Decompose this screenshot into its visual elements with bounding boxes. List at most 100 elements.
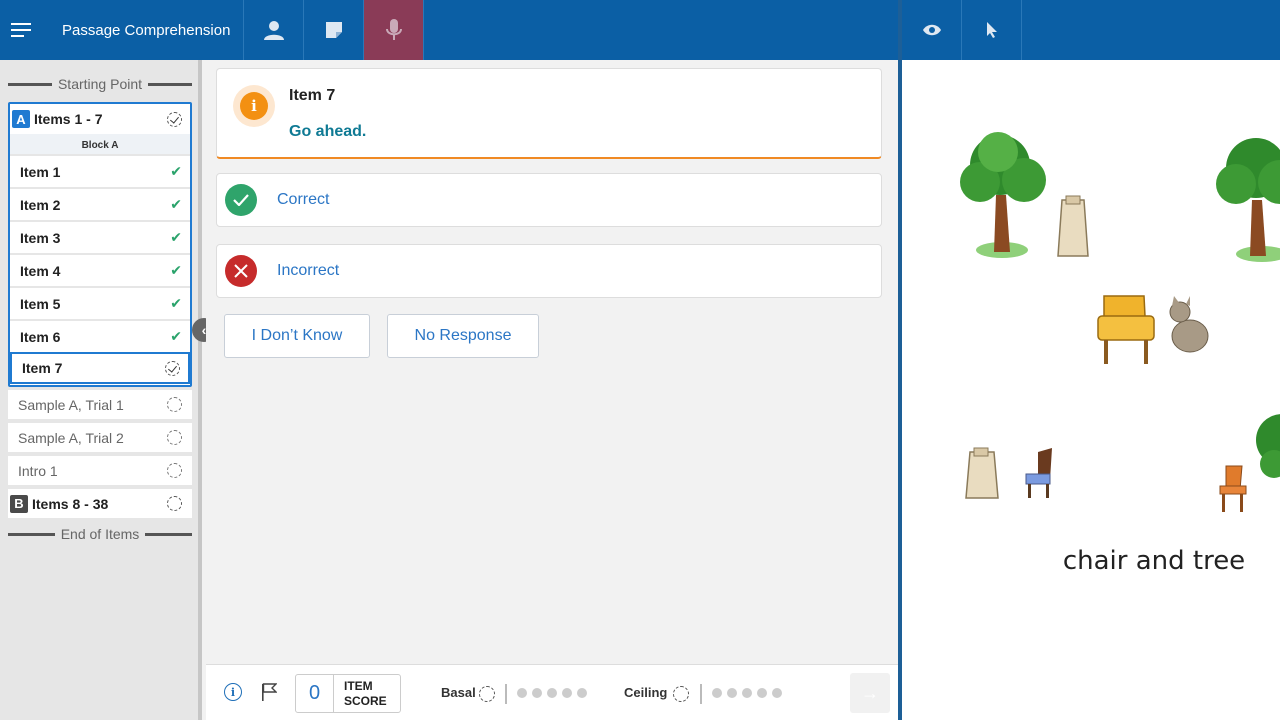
ceiling-divider <box>700 684 702 704</box>
item-instruction-card: i Item 7 Go ahead. <box>216 68 882 159</box>
checkmark-icon: ✔ <box>170 229 182 245</box>
sidebar-item-7[interactable]: Item 7 <box>10 352 190 384</box>
sidebar-item-sample-a-trial-2[interactable]: Sample A, Trial 2 <box>8 423 192 452</box>
not-started-icon <box>167 463 182 478</box>
correct-response-button[interactable]: Correct <box>216 173 882 227</box>
item-label: Sample A, Trial 1 <box>18 396 124 413</box>
sidebar-item-sample-a-trial-1[interactable]: Sample A, Trial 1 <box>8 390 192 419</box>
chair-picture <box>1219 465 1247 512</box>
pointer-icon <box>986 22 997 38</box>
in-progress-icon <box>167 111 182 127</box>
info-icon[interactable]: i <box>224 683 242 701</box>
block-b[interactable]: B Items 8 - 38 <box>8 489 192 518</box>
dont-know-button[interactable]: I Don’t Know <box>224 314 370 358</box>
top-bar: Passage Comprehension <box>0 0 898 60</box>
microphone-button[interactable] <box>364 0 424 60</box>
not-started-icon <box>167 430 182 445</box>
separator-line <box>8 532 55 536</box>
item-label: Sample A, Trial 2 <box>18 429 124 446</box>
ceiling-dot <box>772 688 782 698</box>
menu-button[interactable] <box>0 0 44 60</box>
pointer-button[interactable] <box>962 0 1022 60</box>
no-response-button[interactable]: No Response <box>387 314 539 358</box>
item-label: Item 5 <box>20 295 61 312</box>
note-icon <box>325 22 342 38</box>
info-icon: i <box>240 92 268 120</box>
separator-line <box>145 532 192 536</box>
sidebar-item-3[interactable]: Item 3 ✔ <box>10 220 190 253</box>
item-label: Item 3 <box>20 229 61 246</box>
check-icon <box>225 184 257 216</box>
item-label: Intro 1 <box>18 462 58 479</box>
coat-picture <box>965 447 999 499</box>
sidebar-item-2[interactable]: Item 2 ✔ <box>10 187 190 220</box>
item-navigation-sidebar: Starting Point A Items 1 - 7 Block A Ite… <box>0 60 202 720</box>
block-a-title: Items 1 - 7 <box>34 111 103 127</box>
incorrect-label: Incorrect <box>277 262 340 279</box>
ceiling-dot <box>727 688 737 698</box>
block-a-subtitle: Block A <box>10 134 190 154</box>
sidebar-item-intro-1[interactable]: Intro 1 <box>8 456 192 485</box>
block-a: A Items 1 - 7 Block A Item 1 ✔ Item 2 ✔ … <box>8 102 192 387</box>
menu-icon <box>11 23 31 37</box>
item-score-value: 0 <box>296 675 334 712</box>
block-b-badge: B <box>10 494 28 513</box>
correct-label: Correct <box>277 191 330 208</box>
ceiling-dot <box>742 688 752 698</box>
stimulus-panel: chair and tree <box>902 60 1280 720</box>
starting-point-separator: Starting Point <box>8 76 192 92</box>
starting-point-label: Starting Point <box>57 76 143 92</box>
sidebar-item-5[interactable]: Item 5 ✔ <box>10 286 190 319</box>
eye-icon <box>922 24 941 36</box>
basal-dot <box>577 688 587 698</box>
view-button[interactable] <box>902 0 962 60</box>
armchair-picture <box>1097 295 1155 364</box>
not-started-icon <box>167 397 182 412</box>
tree-picture <box>1256 414 1280 478</box>
close-icon <box>225 255 257 287</box>
app-title: Passage Comprehension <box>44 0 244 60</box>
flag-icon[interactable] <box>261 683 277 701</box>
microphone-icon <box>385 19 402 40</box>
checkmark-icon: ✔ <box>170 196 182 212</box>
item-score-label: ITEM SCORE <box>334 675 400 712</box>
sidebar-item-6[interactable]: Item 6 ✔ <box>10 319 190 352</box>
not-started-icon <box>167 496 182 511</box>
item-label: Item 7 <box>22 360 63 376</box>
end-of-items-label: End of Items <box>60 526 140 542</box>
block-a-badge: A <box>12 110 30 128</box>
info-icon-wrapper: i <box>233 85 275 127</box>
block-a-header[interactable]: A Items 1 - 7 <box>10 104 190 134</box>
basal-dot <box>562 688 572 698</box>
item-label: Item 6 <box>20 328 61 345</box>
ceiling-label: Ceiling <box>624 685 668 700</box>
notes-button[interactable] <box>304 0 364 60</box>
item-score-label-line2: SCORE <box>344 694 387 708</box>
stimulus-caption: chair and tree <box>1062 546 1246 576</box>
sidebar-item-4[interactable]: Item 4 ✔ <box>10 253 190 286</box>
stimulus-picture <box>960 132 1280 512</box>
basal-label: Basal <box>441 685 476 700</box>
item-score-box: 0 ITEM SCORE <box>295 674 401 713</box>
basal-dot <box>532 688 542 698</box>
sidebar-item-1[interactable]: Item 1 ✔ <box>10 154 190 187</box>
separator-line <box>148 82 192 86</box>
ceiling-dot <box>712 688 722 698</box>
basal-dot <box>547 688 557 698</box>
item-title: Item 7 <box>289 87 336 104</box>
basal-divider <box>505 684 507 704</box>
item-score-label-line1: ITEM <box>344 679 373 693</box>
checkmark-icon: ✔ <box>170 328 182 344</box>
coat-picture <box>1057 195 1089 257</box>
ceiling-status-icon <box>673 686 689 702</box>
next-item-button[interactable]: → <box>850 673 890 713</box>
tree-picture <box>960 132 1046 258</box>
item-label: Item 4 <box>20 262 61 279</box>
examinee-button[interactable] <box>244 0 304 60</box>
tree-picture <box>1216 138 1280 262</box>
cat-picture <box>1169 296 1209 353</box>
checkmark-icon: ✔ <box>170 262 182 278</box>
block-b-title: Items 8 - 38 <box>32 495 109 512</box>
end-of-items-separator: End of Items <box>8 526 192 542</box>
incorrect-response-button[interactable]: Incorrect <box>216 244 882 298</box>
